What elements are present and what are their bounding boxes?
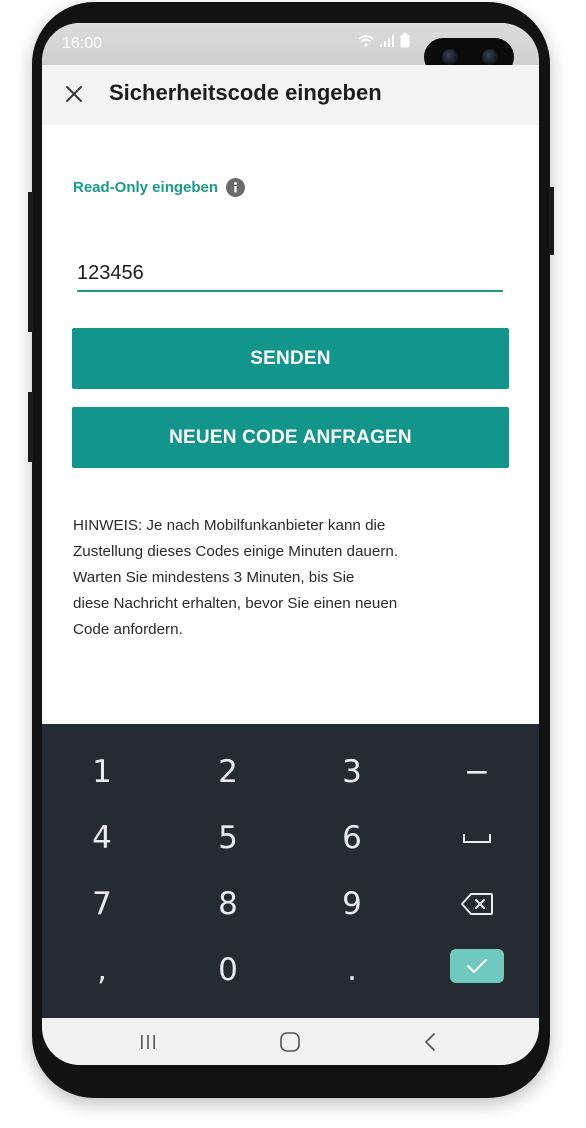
close-button[interactable]	[60, 80, 88, 108]
battery-icon	[400, 33, 410, 48]
back-button[interactable]	[400, 1026, 460, 1058]
key-comma[interactable]: ,	[52, 940, 152, 1000]
wifi-icon	[358, 35, 374, 47]
key-4[interactable]: 4	[52, 808, 152, 868]
hint-line: Code anfordern.	[73, 621, 183, 638]
key-3[interactable]: 3	[302, 742, 402, 802]
hint-text: HINWEIS: Je nach Mobilfunkanbieter kann …	[73, 513, 503, 643]
key-9[interactable]: 9	[302, 874, 402, 934]
screen: 16:00 Sicherheitscode eingeben Read-Only…	[42, 23, 539, 1065]
key-6[interactable]: 6	[302, 808, 402, 868]
numeric-keyboard: 1 2 3 − 4 5 6 7 8 9 , 0 .	[42, 724, 539, 1018]
send-button[interactable]: SENDEN	[72, 328, 509, 389]
done-key[interactable]	[450, 949, 504, 983]
key-1[interactable]: 1	[52, 742, 152, 802]
space-icon	[463, 834, 491, 843]
front-camera-left	[442, 49, 458, 65]
key-7[interactable]: 7	[52, 874, 152, 934]
check-icon	[467, 959, 487, 973]
code-field-label-row: Read-Only eingeben	[73, 178, 246, 197]
key-minus[interactable]: −	[427, 742, 527, 802]
key-backspace[interactable]	[427, 874, 527, 934]
home-button[interactable]	[260, 1026, 320, 1058]
side-button-left-lower	[28, 392, 33, 462]
status-icons	[358, 33, 410, 52]
side-button-left-upper	[28, 192, 33, 332]
status-time: 16:00	[62, 35, 103, 52]
request-new-code-button[interactable]: NEUEN CODE ANFRAGEN	[72, 407, 509, 468]
key-period[interactable]: .	[302, 940, 402, 1000]
security-code-input[interactable]	[77, 256, 503, 292]
key-0[interactable]: 0	[178, 940, 278, 1000]
front-camera-right	[482, 49, 498, 65]
info-glyph-icon	[234, 182, 237, 193]
recent-apps-icon	[141, 1035, 155, 1049]
page-title: Sicherheitscode eingeben	[109, 80, 382, 105]
back-icon	[425, 1033, 435, 1051]
key-8[interactable]: 8	[178, 874, 278, 934]
backspace-icon	[461, 893, 493, 915]
system-nav-bar	[42, 1018, 539, 1065]
key-2[interactable]: 2	[178, 742, 278, 802]
info-icon[interactable]	[226, 178, 246, 197]
hint-line: HINWEIS: Je nach Mobilfunkanbieter kann …	[73, 517, 386, 534]
signal-icon	[380, 35, 395, 47]
hint-line: diese Nachricht erhalten, bevor Sie eine…	[73, 595, 398, 612]
home-icon	[280, 1032, 300, 1052]
hint-line: Warten Sie mindestens 3 Minuten, bis Sie	[73, 569, 355, 586]
close-icon	[66, 86, 82, 102]
recent-apps-button[interactable]	[118, 1026, 178, 1058]
code-field-label: Read-Only eingeben	[73, 179, 219, 196]
app-bar: Sicherheitscode eingeben	[42, 65, 539, 125]
hint-line: Zustellung dieses Codes einige Minuten d…	[73, 543, 399, 560]
side-button-right	[549, 187, 554, 255]
key-space[interactable]	[427, 808, 527, 868]
key-5[interactable]: 5	[178, 808, 278, 868]
